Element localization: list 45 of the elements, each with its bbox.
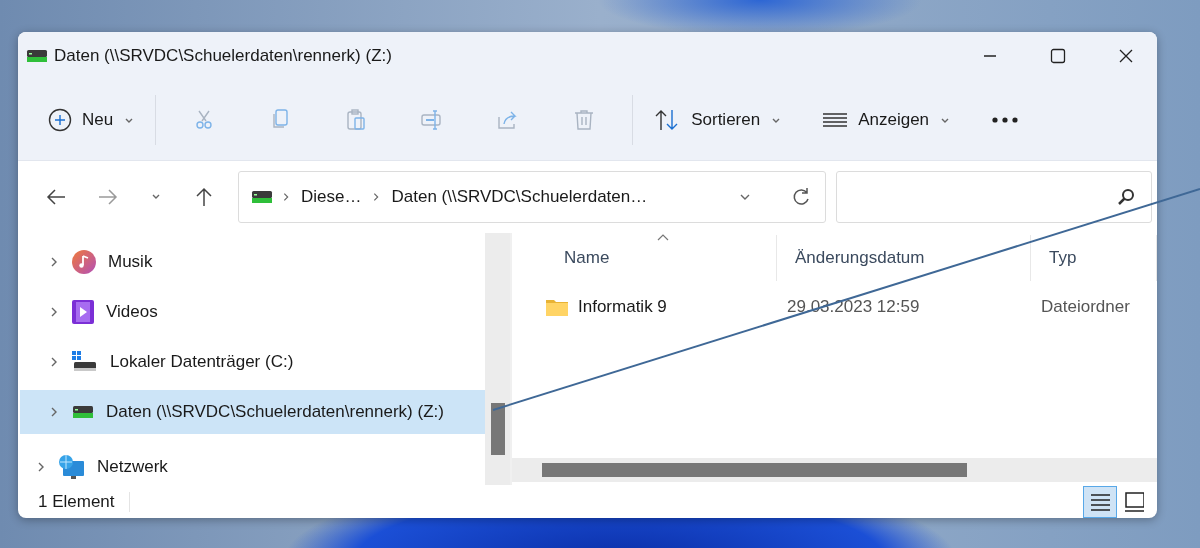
column-header[interactable]: Name (512, 234, 777, 281)
drive-icon (26, 47, 48, 64)
folder-icon (546, 297, 568, 316)
sidebar-item[interactable]: Lokaler Datenträger (C:) (20, 336, 485, 387)
details-list-icon (1090, 492, 1110, 511)
sidebar-item[interactable]: Netzwerk (20, 449, 485, 484)
close-icon (1118, 47, 1134, 64)
sidebar-item[interactable]: Daten (\\SRVDC\Schuelerdaten\rennerk) (Z:) (20, 389, 485, 434)
column-header[interactable]: Änderungsdatum (777, 234, 1031, 281)
address-bar[interactable]: Diese… Daten (\\SRVDC\Schuelerdaten… (238, 170, 826, 223)
search-field[interactable] (836, 170, 1152, 223)
sort-button[interactable]: Sortieren (643, 97, 793, 142)
network-icon (59, 454, 85, 479)
windows-drive-icon (72, 350, 98, 373)
horizontal-scrollbar[interactable] (512, 458, 1157, 483)
breadcrumb[interactable]: Diese… (299, 186, 364, 207)
minimize-icon (983, 54, 997, 57)
sidebar-item[interactable]: Videos (20, 286, 485, 337)
tiles-preview-icon (1124, 491, 1144, 512)
sidebar-item[interactable]: Musik (20, 236, 485, 287)
up-arrow-icon (195, 186, 213, 207)
forward-arrow-icon (98, 187, 118, 206)
search-icon (1117, 187, 1135, 206)
view-button[interactable]: Anzeigen (812, 97, 962, 142)
music-note-icon (72, 249, 96, 274)
file-name[interactable]: Informatik 9 (578, 296, 667, 317)
details-view-button[interactable] (1083, 485, 1117, 518)
chevron-right-icon (281, 190, 291, 203)
plus-circle-icon (48, 107, 72, 132)
type-cell-text: Dateiordner (1040, 296, 1131, 317)
more-icon (991, 115, 1020, 124)
new-button[interactable]: Neu (38, 97, 146, 142)
breadcrumb[interactable]: Daten (\\SRVDC\Schuelerdaten… (389, 186, 650, 207)
maximize-icon (1050, 47, 1066, 64)
vertical-scrollbar[interactable] (485, 232, 510, 486)
window-title: Daten (\\SRVDC\Schuelerdaten\rennerk) (Z:) (54, 45, 393, 66)
film-icon (72, 299, 94, 324)
drive-icon (251, 188, 273, 205)
network-drive-icon (72, 403, 94, 420)
refresh-icon (791, 186, 811, 207)
lines-icon (822, 111, 849, 128)
column-header[interactable]: Typ (1031, 234, 1157, 281)
back-arrow-icon (46, 187, 66, 206)
item-count: 1 Element (38, 491, 130, 512)
sort-caret-icon (657, 232, 670, 241)
